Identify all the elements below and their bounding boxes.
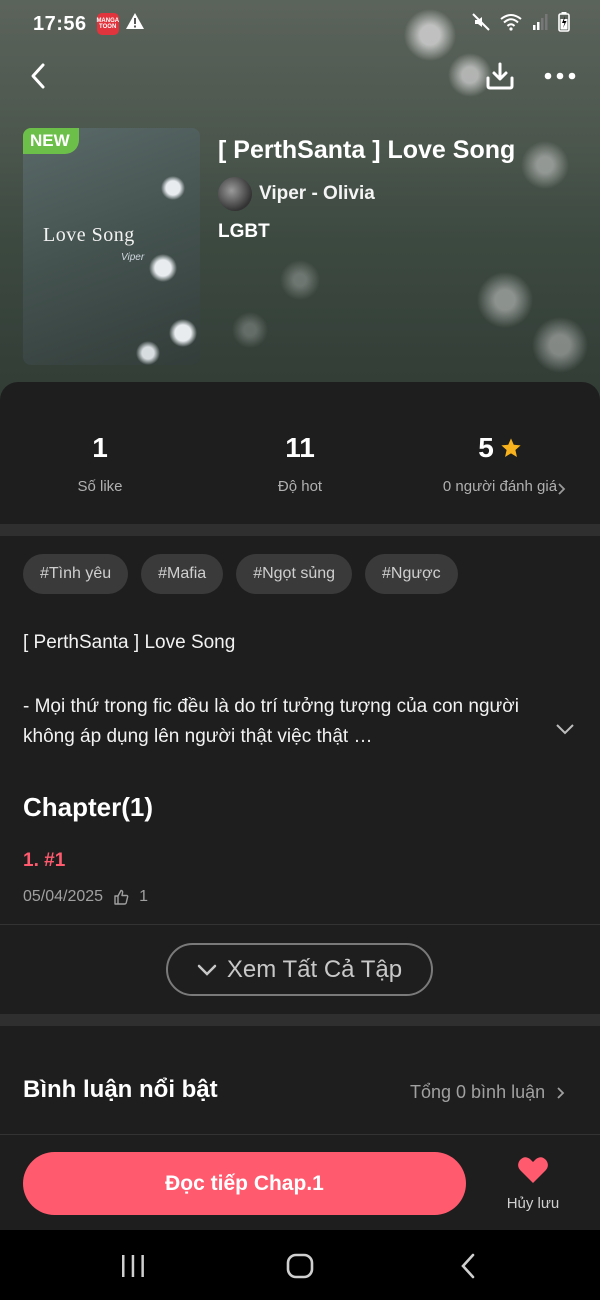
wifi-icon <box>500 13 522 36</box>
chevron-right-icon <box>557 1086 565 1099</box>
cover-title-text: Love Song <box>43 224 135 246</box>
manga-title: [ PerthSanta ] Love Song <box>218 136 516 164</box>
manga-info: [ PerthSanta ] Love Song Viper - Olivia … <box>218 136 515 243</box>
mute-icon <box>472 12 490 36</box>
cover-subtitle-text: Viper <box>121 252 145 263</box>
description-text[interactable]: - Mọi thứ trong fic đều là do trí tưởng … <box>23 692 563 752</box>
chevron-down-icon <box>197 964 217 976</box>
chapter-meta: 05/04/2025 1 <box>23 888 148 906</box>
likes-stat: 1 Số like <box>0 432 200 495</box>
signal-icon <box>532 13 548 36</box>
tag-chip[interactable]: #Mafia <box>141 554 224 594</box>
home-button[interactable] <box>280 1250 320 1282</box>
back-button[interactable] <box>20 58 56 94</box>
status-bar: 17:56 MANGA TOON <box>0 0 600 48</box>
recent-apps-button[interactable] <box>113 1250 153 1282</box>
comments-count-link[interactable]: Tổng 0 bình luận <box>410 1082 565 1103</box>
download-button[interactable] <box>480 58 520 94</box>
comments-heading: Bình luận nổi bật <box>23 1076 218 1103</box>
rating-value: 5 <box>478 432 494 463</box>
unsave-button[interactable]: Hủy lưu <box>498 1156 568 1212</box>
unsave-label: Hủy lưu <box>506 1195 560 1212</box>
back-arrow-icon <box>461 1253 475 1279</box>
hot-value: 11 <box>285 432 315 463</box>
tag-chip[interactable]: #Ngược <box>365 554 458 594</box>
recent-apps-icon <box>122 1255 144 1277</box>
likes-label: Số like <box>77 478 123 495</box>
warning-icon <box>125 12 145 36</box>
author-row[interactable]: Viper - Olivia <box>218 177 515 211</box>
hot-label: Độ hot <box>277 478 323 495</box>
heart-icon <box>518 1157 548 1183</box>
more-options-button[interactable] <box>540 58 580 94</box>
battery-icon <box>558 11 570 37</box>
see-all-chapters-button[interactable]: Xem Tất Cả Tập <box>166 943 433 996</box>
chapter-likes: 1 <box>139 888 148 905</box>
detail-panel: 1 Số like 11 Độ hot 5 0 người đánh giá #… <box>0 382 600 1230</box>
more-dots-icon <box>544 72 576 80</box>
chapter-date: 05/04/2025 <box>23 888 104 905</box>
system-navigation-bar <box>0 1230 600 1300</box>
continue-reading-button[interactable]: Đọc tiếp Chap.1 <box>23 1152 466 1215</box>
star-icon <box>501 438 521 457</box>
tag-list: #Tình yêu #Mafia #Ngọt sủng #Ngược <box>23 554 458 594</box>
download-icon <box>486 62 514 90</box>
likes-value: 1 <box>92 432 108 463</box>
mangatoon-app-icon: MANGA TOON <box>96 13 119 35</box>
hot-stat: 11 Độ hot <box>200 432 400 495</box>
tag-chip[interactable]: #Ngọt sủng <box>236 554 353 594</box>
author-avatar[interactable] <box>218 177 252 211</box>
home-icon <box>286 1253 314 1279</box>
chapter-heading: Chapter(1) <box>23 792 154 822</box>
top-navigation <box>0 52 600 100</box>
rating-label: 0 người đánh giá <box>442 478 558 495</box>
rating-stat[interactable]: 5 0 người đánh giá <box>400 432 600 495</box>
divider <box>0 1134 600 1135</box>
expand-chevron-icon[interactable] <box>555 722 575 740</box>
section-separator <box>0 524 600 536</box>
new-badge: NEW <box>23 128 79 154</box>
divider <box>0 924 600 925</box>
comments-count: Tổng 0 bình luận <box>410 1082 546 1102</box>
manga-detail-screen: 17:56 MANGA TOON NEW Love Song Viper [P… <box>0 0 600 1300</box>
system-back-button[interactable] <box>448 1250 488 1282</box>
stats-bar: 1 Số like 11 Độ hot 5 0 người đánh giá <box>0 382 600 522</box>
description-title: [ PerthSanta ] Love Song <box>23 632 236 653</box>
status-time: 17:56 <box>33 12 87 35</box>
chevron-right-icon[interactable] <box>556 482 566 501</box>
cover-image[interactable]: NEW Love Song Viper <box>23 128 200 365</box>
genre-label[interactable]: LGBT <box>218 221 515 243</box>
chapter-item[interactable]: 1. #1 <box>23 850 65 872</box>
tag-chip[interactable]: #Tình yêu <box>23 554 129 594</box>
see-all-label: Xem Tất Cả Tập <box>226 955 403 983</box>
section-separator <box>0 1014 600 1026</box>
chevron-left-icon <box>31 63 45 89</box>
thumbs-up-icon <box>114 889 129 905</box>
author-name[interactable]: Viper - Olivia <box>259 183 375 205</box>
